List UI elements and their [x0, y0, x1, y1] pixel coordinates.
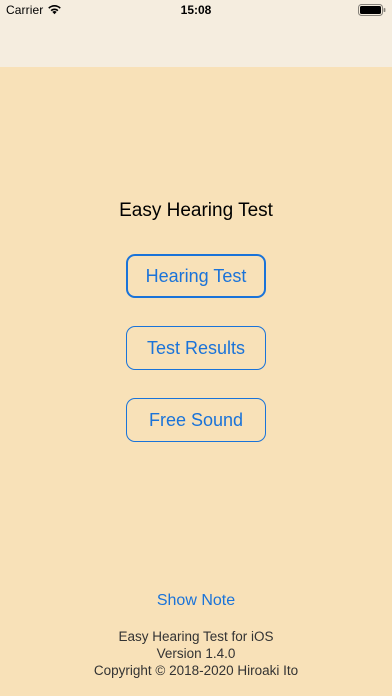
footer-version: Version 1.4.0	[156, 646, 236, 661]
test-results-button[interactable]: Test Results	[126, 326, 266, 370]
status-bar: Carrier 15:08	[0, 0, 392, 20]
show-note-link[interactable]: Show Note	[146, 592, 246, 610]
status-time: 15:08	[180, 3, 212, 17]
navigation-bar	[0, 20, 392, 67]
hearing-test-button[interactable]: Hearing Test	[126, 254, 266, 298]
free-sound-button[interactable]: Free Sound	[126, 398, 266, 442]
page-title: Easy Hearing Test	[119, 200, 273, 221]
footer-app-name: Easy Hearing Test for iOS	[118, 629, 274, 644]
battery-icon	[358, 4, 386, 16]
footer-copyright: Copyright © 2018-2020 Hiroaki Ito	[93, 663, 299, 678]
